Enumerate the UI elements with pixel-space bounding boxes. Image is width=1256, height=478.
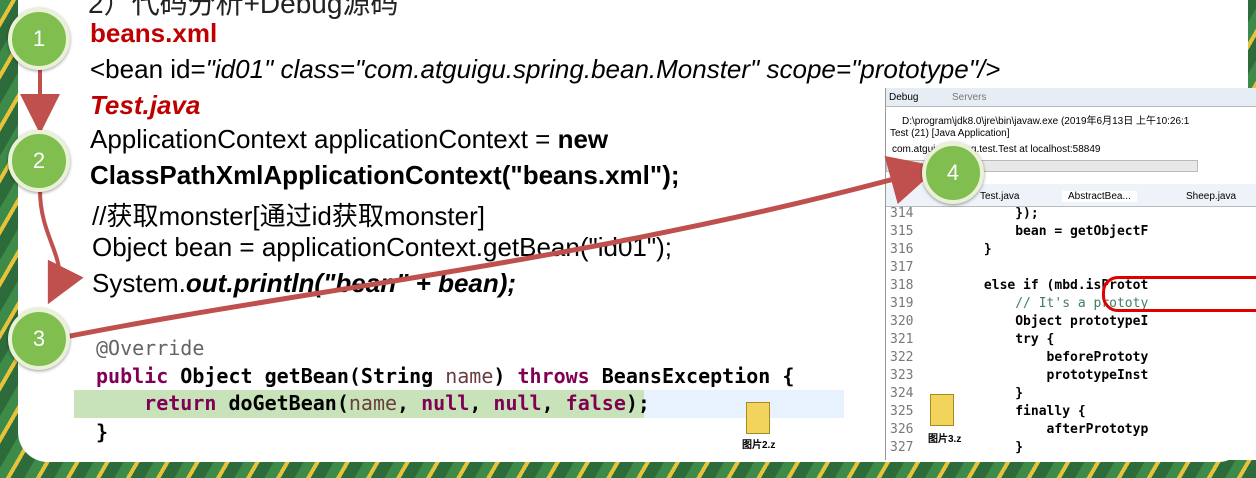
step-2-badge: 2	[8, 130, 70, 192]
step-4-badge: 4	[922, 142, 984, 204]
step-1-badge: 1	[8, 8, 70, 70]
flow-arrows	[20, 66, 940, 341]
arrow-3-to-4	[59, 155, 940, 341]
step-3-badge: 3	[8, 308, 70, 370]
arrow-2-to-3	[38, 189, 84, 305]
